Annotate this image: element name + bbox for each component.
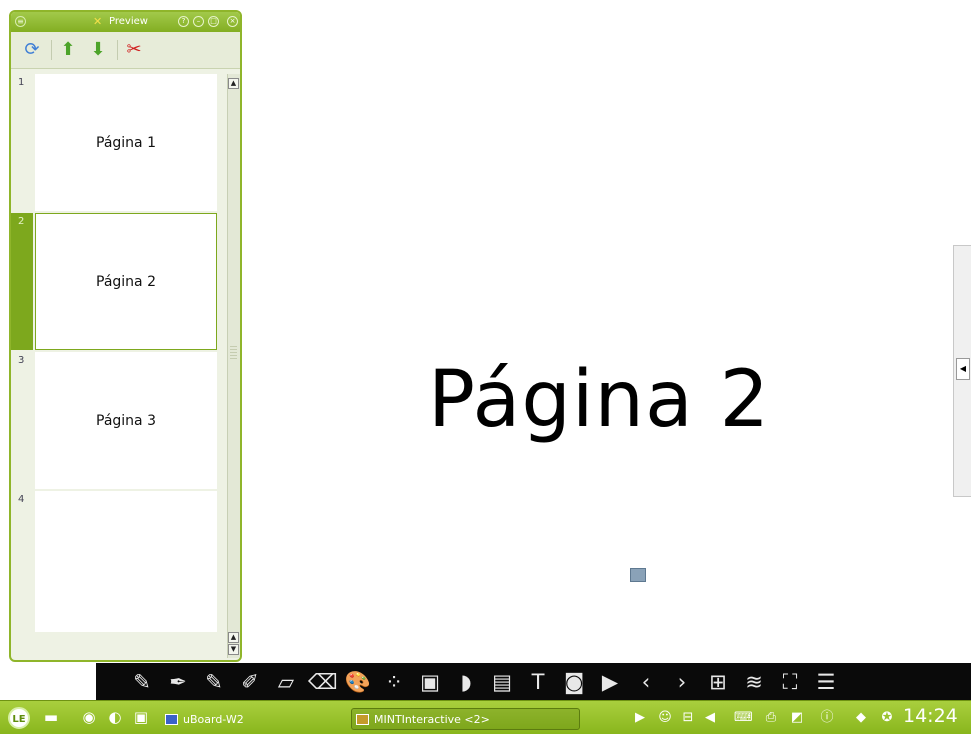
add-page-icon[interactable]: ⊞	[704, 668, 732, 696]
camera-icon[interactable]: ◙	[560, 668, 588, 696]
minimize-icon[interactable]: –	[193, 16, 204, 27]
printer-icon[interactable]: ⎙	[762, 709, 780, 727]
page-thumbnail-label: Página 3	[96, 412, 156, 429]
page-title: Página 2	[428, 355, 771, 445]
page-thumbnail-label: Página 1	[96, 134, 156, 151]
page-list: 1 Página 1 2 Página 2 3 Página 3 4	[11, 74, 223, 634]
refresh-icon[interactable]: ⟳	[21, 39, 43, 61]
page-thumbnail[interactable]: Página 3	[35, 352, 217, 489]
move-up-icon[interactable]: ⬆	[57, 39, 79, 61]
pen-fine-icon[interactable]: ✒	[164, 668, 192, 696]
keyboard-icon[interactable]: ⌨	[734, 709, 753, 727]
previous-page-icon[interactable]: ‹	[632, 668, 660, 696]
points-icon[interactable]: ⁘	[380, 668, 408, 696]
page-item-2[interactable]: 2 Página 2	[11, 213, 219, 350]
toolbar-divider	[117, 40, 118, 60]
files-icon[interactable]: ◉	[78, 707, 100, 727]
sticky-note-icon[interactable]: ▤	[488, 668, 516, 696]
page-thumbnail-label: Página 2	[96, 273, 156, 290]
side-panel-handle[interactable]: ◀	[953, 245, 971, 497]
page-item-3[interactable]: 3 Página 3	[11, 352, 219, 489]
page-item-4[interactable]: 4	[11, 491, 219, 632]
taskbar: LE ▬ ◉ ◐ ▣ uBoard-W2 MINTInteractive <2>…	[0, 700, 971, 734]
erase-all-icon[interactable]: ⌫	[308, 668, 338, 696]
move-down-icon[interactable]: ⬇	[87, 39, 109, 61]
volume-icon[interactable]: ◀	[701, 709, 719, 727]
page-number: 3	[18, 355, 25, 366]
scroll-up-icon[interactable]: ▲	[228, 632, 239, 643]
scroll-down-icon[interactable]: ▼	[228, 644, 239, 655]
page-thumbnail[interactable]: Página 2	[35, 213, 217, 350]
window-icon	[356, 714, 369, 725]
browser-icon[interactable]: ◐	[104, 707, 126, 727]
color-tool-icon[interactable]: ✎	[128, 668, 156, 696]
terminal-icon[interactable]: ▣	[130, 707, 152, 727]
network-icon[interactable]: ⊟	[679, 709, 697, 727]
board-icon[interactable]: ◩	[788, 709, 806, 727]
page-thumbnail[interactable]: Página 1	[35, 74, 217, 211]
page-number: 4	[18, 494, 25, 505]
scroll-up-icon[interactable]: ▲	[228, 78, 239, 89]
maximize-icon[interactable]: □	[208, 16, 219, 27]
app-icon: ✕	[93, 15, 103, 28]
start-menu-button[interactable]: LE	[8, 707, 30, 729]
eraser-icon[interactable]: ▱	[272, 668, 300, 696]
image-icon[interactable]	[630, 568, 646, 582]
preview-panel: ≡ ✕ Preview ? – □ × ⟳ ⬆ ⬇ ✂ 1 Página 1 2…	[9, 10, 242, 662]
page-thumbnail[interactable]	[35, 491, 217, 632]
task-uboard[interactable]: uBoard-W2	[160, 708, 340, 730]
task-label: MINTInteractive <2>	[374, 713, 490, 726]
text-tool-icon[interactable]: T	[524, 668, 552, 696]
help-icon[interactable]: ?	[178, 16, 189, 27]
palette-icon[interactable]: 🎨	[344, 668, 372, 696]
drawing-toolbar: ✎ ✒ ✎ ✐ ▱ ⌫ 🎨 ⁘ ▣ ◗ ▤ T ◙ ▶ ‹ › ⊞ ≋ ⛶ ☰	[96, 663, 971, 700]
list-menu-icon[interactable]: ☰	[812, 668, 840, 696]
help-lifebuoy-icon[interactable]: ✪	[878, 709, 896, 727]
toolbar-divider	[51, 40, 52, 60]
cut-icon[interactable]: ✂	[123, 39, 145, 61]
page-number: 1	[18, 77, 25, 88]
shape-icon[interactable]: ◗	[452, 668, 480, 696]
task-mintinteractive[interactable]: MINTInteractive <2>	[351, 708, 580, 730]
window-icon	[165, 714, 178, 725]
next-page-icon[interactable]: ›	[668, 668, 696, 696]
collapse-left-icon[interactable]: ◀	[956, 358, 970, 380]
image-insert-icon[interactable]: ▣	[416, 668, 444, 696]
preview-toolbar: ⟳ ⬆ ⬇ ✂	[11, 32, 240, 69]
page-item-1[interactable]: 1 Página 1	[11, 74, 219, 211]
preview-title: Preview	[109, 16, 148, 27]
package-icon[interactable]: ◆	[852, 709, 870, 727]
user-icon[interactable]: ☺	[656, 709, 674, 727]
pen-thick-icon[interactable]: ✐	[236, 668, 264, 696]
task-label: uBoard-W2	[183, 713, 244, 726]
clock: 14:24	[903, 705, 958, 727]
close-icon[interactable]: ×	[227, 16, 238, 27]
scrollbar-grip[interactable]	[230, 346, 237, 360]
preview-title-bar[interactable]: ≡ ✕ Preview ? – □ ×	[11, 12, 240, 32]
fullscreen-icon[interactable]: ⛶	[776, 668, 804, 696]
page-list-scrollbar[interactable]: ▲ ▲ ▼	[227, 74, 240, 658]
layers-icon[interactable]: ≋	[740, 668, 768, 696]
video-icon[interactable]: ▶	[596, 668, 624, 696]
info-icon[interactable]: ⓘ	[818, 709, 836, 727]
play-icon[interactable]: ▶	[631, 709, 649, 727]
menu-circle-icon[interactable]: ≡	[15, 16, 26, 27]
pen-medium-icon[interactable]: ✎	[200, 668, 228, 696]
page-number: 2	[11, 213, 33, 350]
desktop-icon[interactable]: ▬	[40, 707, 62, 727]
